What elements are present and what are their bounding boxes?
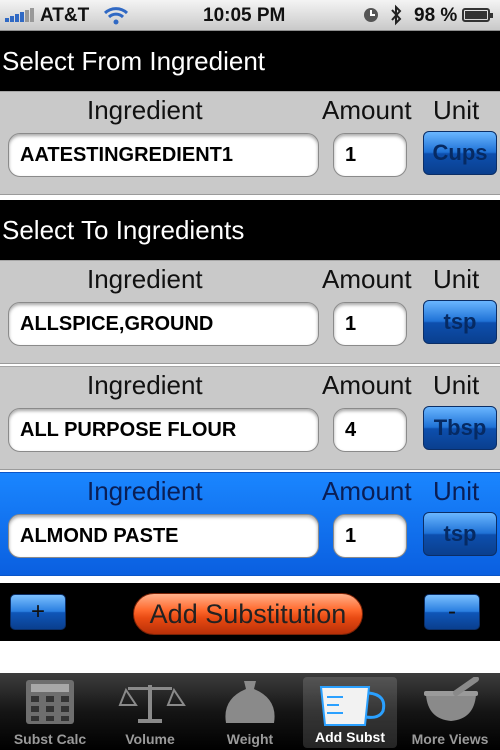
tab-subst-calc[interactable]: Subst Calc xyxy=(0,673,100,750)
to-ingredient-row-selected[interactable]: Ingredient Amount Unit ALMOND PASTE 1 ts… xyxy=(0,472,500,576)
unit-label: Unit xyxy=(433,264,480,294)
to-ingredient-field[interactable]: ALMOND PASTE xyxy=(8,514,319,558)
unit-label: Unit xyxy=(433,95,480,125)
to-ingredient-row[interactable]: Ingredient Amount Unit ALL PURPOSE FLOUR… xyxy=(0,366,500,470)
remove-row-button[interactable]: - xyxy=(424,594,480,630)
add-row-button[interactable]: + xyxy=(10,594,66,630)
to-amount-field[interactable]: 1 xyxy=(333,514,407,558)
add-substitution-button[interactable]: Add Substitution xyxy=(133,593,363,635)
calculator-icon xyxy=(26,680,74,724)
status-bar: AT&T 10:05 PM 98 % xyxy=(0,0,500,31)
weight-sack-icon xyxy=(225,681,275,723)
to-amount-field[interactable]: 1 xyxy=(333,302,407,346)
balance-scale-icon xyxy=(118,685,186,723)
to-unit-button[interactable]: tsp xyxy=(423,512,497,556)
to-unit-button[interactable]: Tbsp xyxy=(423,406,497,450)
action-bar: + Add Substitution - xyxy=(0,583,500,641)
from-amount-field[interactable]: 1 xyxy=(333,133,407,177)
amount-label: Amount xyxy=(322,95,412,125)
from-section-header: Select From Ingredient xyxy=(0,31,500,91)
tab-label: Subst Calc xyxy=(13,731,87,747)
empty-area xyxy=(0,641,500,673)
to-ingredient-field[interactable]: ALL PURPOSE FLOUR xyxy=(8,408,319,452)
tab-label: Weight xyxy=(226,731,274,747)
tab-label: Volume xyxy=(125,731,175,747)
battery-percent: 98 % xyxy=(414,5,458,26)
amount-label: Amount xyxy=(322,476,412,506)
carrier-name: AT&T xyxy=(40,5,90,26)
status-time: 10:05 PM xyxy=(203,5,286,26)
tab-weight[interactable]: Weight xyxy=(200,673,300,750)
clock-lock-icon xyxy=(364,8,378,22)
tab-more-views[interactable]: More Views xyxy=(400,673,500,750)
from-unit-button[interactable]: Cups xyxy=(423,131,497,175)
measuring-cup-icon xyxy=(319,686,386,726)
mortar-pestle-icon xyxy=(424,677,479,721)
bluetooth-icon xyxy=(391,4,402,26)
unit-label: Unit xyxy=(433,476,480,506)
to-ingredient-field[interactable]: ALLSPICE,GROUND xyxy=(8,302,319,346)
amount-label: Amount xyxy=(322,264,412,294)
tab-label: More Views xyxy=(411,731,489,747)
to-amount-field[interactable]: 4 xyxy=(333,408,407,452)
tab-add-subst[interactable]: Add Subst xyxy=(303,677,397,748)
from-ingredient-row[interactable]: Ingredient Amount Unit AATESTINGREDIENT1… xyxy=(0,91,500,195)
ingredient-label: Ingredient xyxy=(87,370,203,400)
tab-bar: Subst Calc Volume Weight Add Subst More … xyxy=(0,673,500,750)
amount-label: Amount xyxy=(322,370,412,400)
wifi-icon xyxy=(103,7,129,25)
from-ingredient-field[interactable]: AATESTINGREDIENT1 xyxy=(8,133,319,177)
to-section-header: Select To Ingredients xyxy=(0,200,500,260)
ingredient-label: Ingredient xyxy=(87,264,203,294)
unit-label: Unit xyxy=(433,370,480,400)
battery-icon xyxy=(462,8,493,22)
ingredient-label: Ingredient xyxy=(87,476,203,506)
ingredient-label: Ingredient xyxy=(87,95,203,125)
to-unit-button[interactable]: tsp xyxy=(423,300,497,344)
tab-label: Add Subst xyxy=(315,729,385,745)
tab-volume[interactable]: Volume xyxy=(100,673,200,750)
to-ingredient-row[interactable]: Ingredient Amount Unit ALLSPICE,GROUND 1… xyxy=(0,260,500,364)
